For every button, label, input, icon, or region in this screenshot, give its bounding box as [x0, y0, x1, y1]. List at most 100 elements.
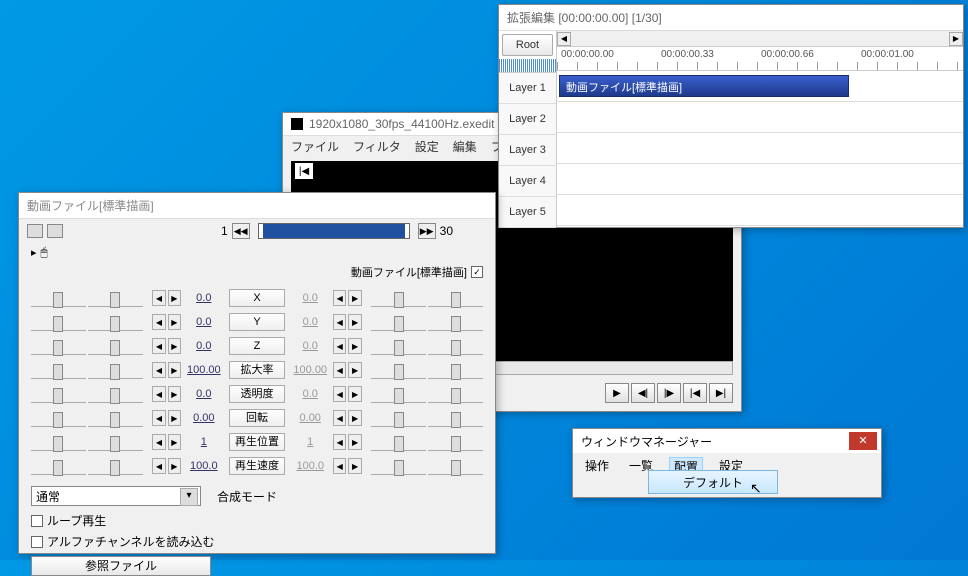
param-slider-right2[interactable] — [428, 385, 483, 403]
param-value-right[interactable]: 0.0 — [289, 316, 331, 328]
layer-label[interactable]: Layer 4 — [499, 166, 556, 197]
spin-left-icon[interactable]: ◀ — [333, 434, 346, 450]
param-slider-right[interactable] — [371, 313, 426, 331]
param-value-left[interactable]: 1 — [183, 436, 225, 448]
param-name-button[interactable]: 再生速度 — [229, 457, 286, 475]
spin-left-icon[interactable]: ◀ — [152, 386, 165, 402]
wm-titlebar[interactable]: ウィンドウマネージャー ✕ — [573, 429, 881, 453]
video-clip[interactable]: 動画ファイル[標準描画] — [559, 75, 849, 97]
param-slider-left[interactable] — [31, 361, 86, 379]
param-slider-left[interactable] — [31, 433, 86, 451]
spin-right-icon[interactable]: ▶ — [348, 410, 361, 426]
spin-right-icon[interactable]: ▶ — [348, 362, 361, 378]
layer-label[interactable]: Layer 1 — [499, 73, 556, 104]
menu-filter[interactable]: フィルタ — [353, 138, 401, 155]
param-value-left[interactable]: 0.0 — [183, 388, 225, 400]
spin-right-icon[interactable]: ▶ — [348, 458, 361, 474]
param-slider-left2[interactable] — [88, 337, 143, 355]
spin-left-icon[interactable]: ◀ — [152, 338, 165, 354]
seek-start-icon[interactable]: ◀◀ — [232, 223, 250, 239]
param-slider-right[interactable] — [371, 361, 426, 379]
scroll-right-icon[interactable]: ▶ — [949, 32, 963, 46]
property-titlebar[interactable]: 動画ファイル[標準描画] — [19, 193, 495, 219]
menu-settings[interactable]: 設定 — [415, 138, 439, 155]
timeline-ruler[interactable]: 00:00:00.00 00:00:00.33 00:00:00.66 00:0… — [557, 47, 963, 71]
param-slider-left2[interactable] — [88, 409, 143, 427]
spin-left-icon[interactable]: ◀ — [333, 458, 346, 474]
layer-label[interactable]: Layer 2 — [499, 104, 556, 135]
spin-left-icon[interactable]: ◀ — [152, 290, 165, 306]
spin-left-icon[interactable]: ◀ — [333, 338, 346, 354]
param-name-button[interactable]: 再生位置 — [229, 433, 286, 451]
param-slider-right2[interactable] — [428, 289, 483, 307]
scroll-left-icon[interactable]: ◀ — [557, 32, 571, 46]
param-slider-right[interactable] — [371, 433, 426, 451]
param-slider-left[interactable] — [31, 289, 86, 307]
param-value-right[interactable]: 100.0 — [289, 460, 331, 472]
wm-menu-item[interactable]: 操作 — [581, 457, 613, 476]
param-slider-left[interactable] — [31, 337, 86, 355]
param-slider-right[interactable] — [371, 385, 426, 403]
spin-right-icon[interactable]: ▶ — [348, 338, 361, 354]
step-back-button[interactable]: ◀| — [631, 383, 655, 403]
param-value-right[interactable]: 100.00 — [289, 364, 331, 376]
param-slider-left2[interactable] — [88, 385, 143, 403]
go-end-button[interactable]: ▶| — [709, 383, 733, 403]
spin-left-icon[interactable]: ◀ — [152, 314, 165, 330]
menu-file[interactable]: ファイル — [291, 138, 339, 155]
reference-file-button[interactable]: 参照ファイル — [31, 556, 211, 576]
track-row[interactable]: 動画ファイル[標準描画] — [557, 71, 963, 102]
spin-left-icon[interactable]: ◀ — [152, 458, 165, 474]
spin-right-icon[interactable]: ▶ — [348, 434, 361, 450]
track-row[interactable] — [557, 102, 963, 133]
spin-right-icon[interactable]: ▶ — [168, 338, 181, 354]
spin-left-icon[interactable]: ◀ — [333, 386, 346, 402]
param-value-right[interactable]: 0.0 — [289, 388, 331, 400]
param-slider-right2[interactable] — [428, 361, 483, 379]
track-row[interactable] — [557, 164, 963, 195]
param-slider-left2[interactable] — [88, 313, 143, 331]
param-value-right[interactable]: 0.00 — [289, 412, 331, 424]
param-value-left[interactable]: 0.0 — [183, 292, 225, 304]
spin-left-icon[interactable]: ◀ — [333, 362, 346, 378]
caret-icon[interactable]: ▸ — [31, 246, 37, 259]
spin-left-icon[interactable]: ◀ — [152, 410, 165, 426]
param-slider-right2[interactable] — [428, 457, 483, 475]
param-name-button[interactable]: Y — [229, 313, 286, 331]
param-slider-left2[interactable] — [88, 361, 143, 379]
param-name-button[interactable]: 透明度 — [229, 385, 286, 403]
step-fwd-button[interactable]: |▶ — [657, 383, 681, 403]
param-value-right[interactable]: 0.0 — [289, 340, 331, 352]
param-slider-right[interactable] — [371, 457, 426, 475]
param-value-left[interactable]: 0.0 — [183, 316, 225, 328]
spin-right-icon[interactable]: ▶ — [168, 386, 181, 402]
param-slider-right[interactable] — [371, 409, 426, 427]
param-slider-right2[interactable] — [428, 409, 483, 427]
blend-mode-select[interactable]: 通常 — [31, 486, 201, 506]
go-start-button[interactable]: |◀ — [683, 383, 707, 403]
spin-left-icon[interactable]: ◀ — [333, 290, 346, 306]
spin-right-icon[interactable]: ▶ — [168, 314, 181, 330]
param-slider-left[interactable] — [31, 385, 86, 403]
filter-enable-checkbox[interactable]: ✓ — [471, 266, 483, 278]
spin-right-icon[interactable]: ▶ — [348, 314, 361, 330]
spin-right-icon[interactable]: ▶ — [168, 458, 181, 474]
param-slider-left[interactable] — [31, 457, 86, 475]
spin-right-icon[interactable]: ▶ — [168, 434, 181, 450]
layer-label[interactable]: Layer 5 — [499, 197, 556, 228]
close-button[interactable]: ✕ — [849, 432, 877, 450]
alpha-checkbox[interactable] — [31, 536, 43, 548]
frame-slider[interactable] — [258, 223, 410, 239]
tool-icon[interactable] — [47, 224, 63, 238]
spin-right-icon[interactable]: ▶ — [348, 290, 361, 306]
spin-left-icon[interactable]: ◀ — [152, 434, 165, 450]
param-slider-left2[interactable] — [88, 289, 143, 307]
param-value-right[interactable]: 0.0 — [289, 292, 331, 304]
timeline-titlebar[interactable]: 拡張編集 [00:00:00.00] [1/30] — [499, 5, 963, 31]
spin-right-icon[interactable]: ▶ — [168, 362, 181, 378]
param-name-button[interactable]: 回転 — [229, 409, 286, 427]
param-value-left[interactable]: 100.00 — [183, 364, 225, 376]
param-value-left[interactable]: 100.0 — [183, 460, 225, 472]
play-button[interactable]: ▶ — [605, 383, 629, 403]
param-slider-right2[interactable] — [428, 337, 483, 355]
